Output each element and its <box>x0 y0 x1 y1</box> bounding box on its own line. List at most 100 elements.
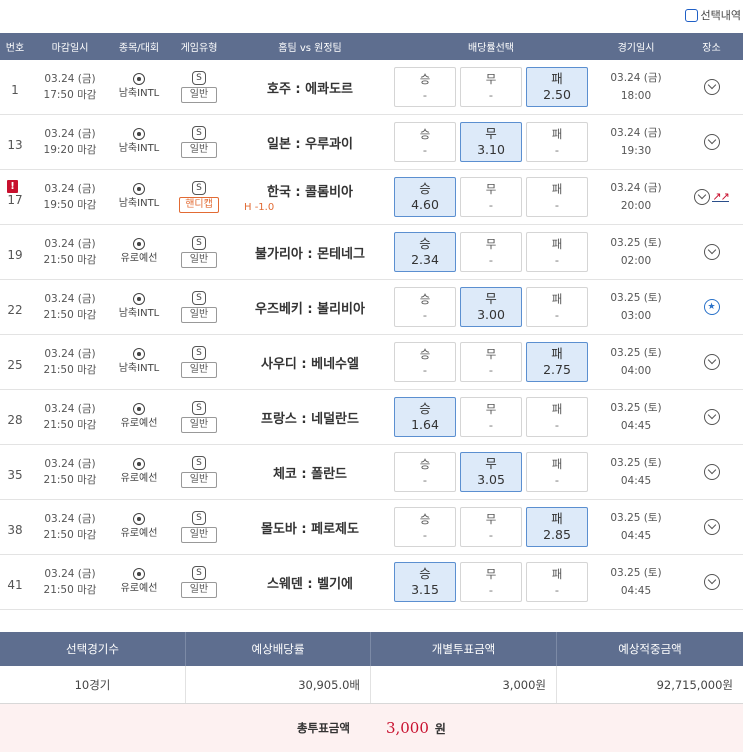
summary-header-odds: 예상배당률 <box>186 632 371 666</box>
odds-button[interactable]: 승 1.64 <box>394 397 456 437</box>
location-pin-icon[interactable] <box>703 574 720 590</box>
match-cell: 일본 : 우루과이 <box>230 115 390 169</box>
league-name: 남축INTL <box>118 143 160 154</box>
odds-button[interactable]: 패- <box>526 397 588 437</box>
odds-button[interactable]: 무 3.10 <box>460 122 522 162</box>
game-time: 04:00 <box>620 365 652 377</box>
odds-button[interactable]: 승- <box>394 122 456 162</box>
soccer-ball-icon <box>133 403 145 415</box>
sport-cell: 남축INTL <box>110 170 168 224</box>
odds-value: - <box>554 418 560 432</box>
summary-header-count: 선택경기수 <box>0 632 186 666</box>
match-number-cell: 28 <box>0 390 30 444</box>
odds-button[interactable]: 승- <box>394 287 456 327</box>
odds-button[interactable]: 승- <box>394 507 456 547</box>
location-pin-icon[interactable] <box>703 464 720 480</box>
odds-outcome-label: 승 <box>419 292 431 306</box>
odds-button[interactable]: 무- <box>460 397 522 437</box>
summary-values: 10경기 30,905.0배 3,000원 92,715,000원 <box>0 666 743 704</box>
game-date: 03.24 (금) <box>610 72 662 84</box>
odds-button[interactable]: 패 2.75 <box>526 342 588 382</box>
match-number: 19 <box>7 248 23 262</box>
match-number: 38 <box>7 523 23 537</box>
single-badge-icon: S <box>192 401 206 415</box>
odds-button[interactable]: 승- <box>394 452 456 492</box>
odds-button[interactable]: 승- <box>394 67 456 107</box>
odds-outcome-label: 무 <box>485 347 497 361</box>
game-time-cell: 03.25 (토) 04:45 <box>592 390 680 444</box>
game-type-label: 일반 <box>180 307 218 323</box>
location-pin-icon[interactable] <box>703 79 720 95</box>
location-pin-icon[interactable] <box>694 189 711 205</box>
odds-button[interactable]: 패- <box>526 562 588 602</box>
odds-button[interactable]: 패 2.85 <box>526 507 588 547</box>
match-number: 41 <box>7 578 23 592</box>
match-number-cell: 19 <box>0 225 30 279</box>
match-number-cell: 22 <box>0 280 30 334</box>
odds-button[interactable]: 무- <box>460 177 522 217</box>
odds-outcome-label: 승 <box>419 72 431 86</box>
table-row: ! 17 03.24 (금) 19:50 마감 남축INTL S 핸디캡 한국 … <box>0 170 743 225</box>
odds-button[interactable]: 패- <box>526 177 588 217</box>
odds-button[interactable]: 승- <box>394 342 456 382</box>
odds-outcome-label: 무 <box>485 182 497 196</box>
match-teams: 몰도바 : 페로제도 <box>261 521 359 537</box>
odds-outcome-label: 패 <box>551 402 563 416</box>
place-cell <box>680 60 743 114</box>
game-time-cell: 03.24 (금) 20:00 <box>592 170 680 224</box>
game-date: 03.25 (토) <box>610 402 662 414</box>
game-type-label: 일반 <box>180 472 218 488</box>
match-number: 28 <box>7 413 23 427</box>
table-row: 22 03.24 (금) 21:50 마감 남축INTL S 일반 우즈베키 :… <box>0 280 743 335</box>
game-time: 18:00 <box>620 90 652 102</box>
odds-button[interactable]: 무- <box>460 507 522 547</box>
col-header-no: 번호 <box>5 43 25 54</box>
odds-button[interactable]: 승 4.60 <box>394 177 456 217</box>
soccer-ball-icon <box>133 293 145 305</box>
star-pin-icon[interactable]: ★ <box>703 299 720 315</box>
soccer-ball-icon <box>133 73 145 85</box>
odds-button[interactable]: 무- <box>460 67 522 107</box>
match-cell: 우즈베키 : 볼리비아 <box>230 280 390 334</box>
location-pin-icon[interactable] <box>703 409 720 425</box>
match-cell: 몰도바 : 페로제도 <box>230 500 390 554</box>
odds-button[interactable]: 패- <box>526 122 588 162</box>
selection-history-toggle[interactable]: 선택내역 <box>684 7 741 23</box>
match-cell: 체코 : 폴란드 <box>230 445 390 499</box>
odds-outcome-label: 무 <box>485 567 497 581</box>
sport-cell: 유로예선 <box>110 445 168 499</box>
total-bar: 총투표금액 3,000 원 <box>0 704 743 752</box>
game-type-cell: S 일반 <box>168 60 230 114</box>
location-pin-icon[interactable] <box>703 134 720 150</box>
location-pin-icon[interactable] <box>703 244 720 260</box>
odds-button[interactable]: 패- <box>526 232 588 272</box>
odds-button[interactable]: 승 2.34 <box>394 232 456 272</box>
odds-outcome-label: 패 <box>551 292 563 306</box>
odds-button[interactable]: 패- <box>526 452 588 492</box>
game-date: 03.25 (토) <box>610 237 662 249</box>
location-pin-icon[interactable] <box>703 354 720 370</box>
odds-button[interactable]: 패- <box>526 287 588 327</box>
odds-button[interactable]: 패 2.50 <box>526 67 588 107</box>
odds-button[interactable]: 무 3.05 <box>460 452 522 492</box>
odds-button[interactable]: 무 3.00 <box>460 287 522 327</box>
game-time: 02:00 <box>620 255 652 267</box>
odds-button[interactable]: 무- <box>460 562 522 602</box>
game-type-cell: S 일반 <box>168 500 230 554</box>
odds-button[interactable]: 무- <box>460 232 522 272</box>
game-time: 04:45 <box>620 420 652 432</box>
odds-cell: 승 - 무 3.10 패 - <box>390 115 592 169</box>
deadline-cell: 03.24 (금) 21:50 마감 <box>30 555 110 609</box>
league-name: 남축INTL <box>118 363 160 374</box>
table-row: 1 03.24 (금) 17:50 마감 남축INTL S 일반 호주 : 에콰… <box>0 60 743 115</box>
match-number: 17 <box>7 193 23 207</box>
checkbox-icon[interactable] <box>684 8 698 22</box>
summary-header-stake: 개별투표금액 <box>371 632 557 666</box>
location-pin-icon[interactable] <box>703 519 720 535</box>
league-name: 남축INTL <box>118 308 160 319</box>
odds-button[interactable]: 무- <box>460 342 522 382</box>
sport-cell: 남축INTL <box>110 115 168 169</box>
odds-button[interactable]: 승 3.15 <box>394 562 456 602</box>
place-cell: ↗↗ <box>680 170 743 224</box>
trend-chart-icon[interactable]: ↗↗ <box>712 191 730 202</box>
